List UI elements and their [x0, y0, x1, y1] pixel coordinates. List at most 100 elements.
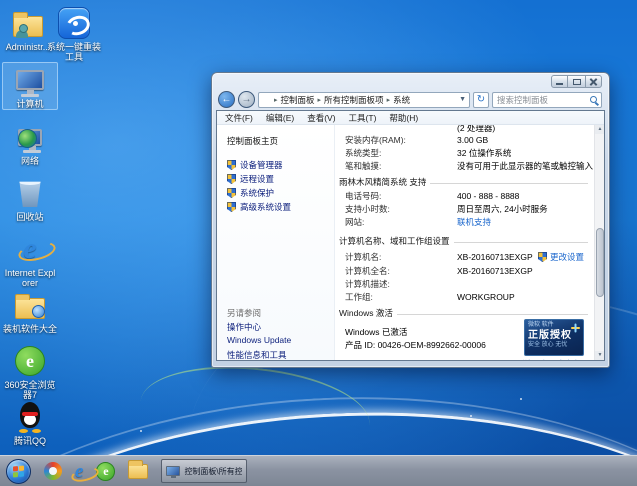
- sidebar-item-device-manager[interactable]: 设备管理器: [227, 159, 283, 171]
- desktop-icon-label: Internet Explorer: [3, 268, 57, 289]
- desktop-icon-label: 装机软件大全: [3, 324, 57, 334]
- desktop-icon-network[interactable]: 网络: [2, 120, 58, 166]
- breadcrumb-arrow-icon: ▸: [318, 96, 322, 104]
- desktop-icon-label: 系统一键重装工具: [47, 42, 101, 63]
- change-settings-link[interactable]: 更改设置: [538, 251, 584, 263]
- computer-name-value: XB-20160713EXGP: [457, 252, 533, 262]
- wallpaper-green-swoosh: [136, 356, 374, 470]
- close-icon: [589, 77, 598, 86]
- scroll-up-icon[interactable]: ▲: [595, 125, 604, 134]
- field-label: 计算机名:: [345, 251, 457, 263]
- desktop-icon-internet-explorer[interactable]: e Internet Explorer: [2, 232, 58, 289]
- menu-edit[interactable]: 编辑(E): [266, 112, 294, 124]
- sidebar-item-advanced-system-settings[interactable]: 高级系统设置: [227, 201, 291, 213]
- field-value: 32 位操作系统: [457, 148, 511, 158]
- field-label: 支持小时数:: [345, 203, 457, 215]
- 360-browser-icon: e: [12, 344, 48, 378]
- back-button[interactable]: ←: [218, 91, 235, 108]
- desktop-icon-label: 360安全浏览器7: [3, 380, 57, 401]
- close-button[interactable]: [585, 75, 602, 88]
- search-icon: [590, 96, 597, 103]
- desktop-icon-label: 回收站: [16, 212, 43, 222]
- genuine-windows-badge[interactable]: 微软 软件 正版授权 安全 放心 无忧: [524, 319, 584, 356]
- uac-shield-icon: [538, 252, 547, 262]
- learn-more-online-link[interactable]: 联机了解更多内容...: [520, 358, 586, 360]
- sidebar-item-system-protection[interactable]: 系统保护: [227, 187, 274, 199]
- field-value: 400 - 888 - 8888: [457, 191, 519, 201]
- scrollbar-thumb[interactable]: [596, 228, 604, 296]
- sidebar-item-remote-settings[interactable]: 远程设置: [227, 173, 274, 185]
- forward-button[interactable]: →: [238, 91, 255, 108]
- see-also-header: 另请参阅: [227, 307, 261, 319]
- desktop-icon-computer[interactable]: 计算机: [2, 62, 58, 110]
- 360-browser-taskbar-icon[interactable]: e: [96, 462, 115, 481]
- breadcrumb-all-items[interactable]: 所有控制面板项: [324, 94, 384, 106]
- scroll-down-icon[interactable]: ▼: [595, 351, 604, 360]
- field-label: 计算机全名:: [345, 265, 457, 277]
- menu-file[interactable]: 文件(F): [225, 112, 253, 124]
- left-task-pane: 控制面板主页 设备管理器 远程设置 系统保护: [217, 125, 335, 360]
- sidebar-item-performance-tools[interactable]: 性能信息和工具: [227, 349, 287, 360]
- section-divider: [397, 314, 588, 315]
- maximize-icon: [573, 79, 581, 85]
- windows-explorer-taskbar-icon[interactable]: [128, 464, 148, 479]
- menu-help[interactable]: 帮助(H): [389, 112, 418, 124]
- sidebar-item-action-center[interactable]: 操作中心: [227, 321, 261, 333]
- system-window: ← → ▸ 控制面板 ▸ 所有控制面板项 ▸ 系统 ▼ ↻ 搜索控制面板 文件(…: [211, 72, 610, 368]
- full-computer-name-value: XB-20160713EXGP: [457, 266, 533, 276]
- sidebar-item-windows-update[interactable]: Windows Update: [227, 335, 291, 345]
- breadcrumb-arrow-icon: ▸: [387, 96, 391, 104]
- forward-arrow-icon: →: [242, 94, 252, 105]
- field-value: 周日至周六, 24小时服务: [457, 204, 548, 214]
- navigation-bar: ← → ▸ 控制面板 ▸ 所有控制面板项 ▸ 系统 ▼ ↻ 搜索控制面板: [212, 89, 609, 110]
- taskbar: e e 控制面板\所有控...: [0, 455, 637, 486]
- menu-tools[interactable]: 工具(T): [349, 112, 377, 124]
- refresh-icon: ↻: [477, 94, 485, 105]
- maximize-button[interactable]: [568, 75, 585, 88]
- internet-explorer-icon: e: [12, 232, 48, 266]
- field-label: 工作组:: [345, 291, 457, 303]
- sidebar-item-control-panel-home[interactable]: 控制面板主页: [227, 135, 278, 147]
- desktop-icon-label: 网络: [21, 156, 39, 166]
- field-value: 没有可用于此显示器的笔或触控输入: [457, 161, 593, 171]
- system-info-panel: (2 处理器) 安装内存(RAM):3.00 GB 系统类型:32 位操作系统 …: [335, 125, 594, 360]
- uac-shield-icon: [227, 160, 236, 170]
- wallpaper-sparkle: [520, 398, 522, 400]
- desktop-icon-system-reinstall-tool[interactable]: 系统一键重装工具: [46, 6, 102, 63]
- computer-name-section-header: 计算机名称、域和工作组设置: [339, 235, 450, 247]
- start-button[interactable]: [6, 459, 31, 484]
- sidebar-item-label: 系统保护: [240, 187, 274, 199]
- sidebar-item-label: 远程设置: [240, 173, 274, 185]
- desktop-icon-recycle-bin[interactable]: 回收站: [2, 176, 58, 222]
- search-box[interactable]: 搜索控制面板: [492, 92, 602, 108]
- content-area: 控制面板主页 设备管理器 远程设置 系统保护: [217, 125, 604, 360]
- desktop-icon-label: 计算机: [16, 99, 43, 109]
- workgroup-value: WORKGROUP: [457, 292, 515, 302]
- sogou-browser-taskbar-icon[interactable]: [44, 462, 62, 480]
- menu-view[interactable]: 查看(V): [307, 112, 335, 124]
- desktop-icon-software-collection[interactable]: 装机软件大全: [2, 288, 58, 334]
- breadcrumb-control-panel[interactable]: 控制面板: [281, 94, 315, 106]
- running-task-label: 控制面板\所有控...: [184, 466, 242, 477]
- online-support-link[interactable]: 联机支持: [457, 217, 491, 227]
- sidebar-item-label: 设备管理器: [240, 159, 283, 171]
- address-bar[interactable]: ▸ 控制面板 ▸ 所有控制面板项 ▸ 系统 ▼: [258, 92, 470, 108]
- window-titlebar[interactable]: [212, 73, 609, 89]
- processor-clipped-text: (2 处理器): [457, 125, 495, 133]
- field-label: 计算机描述:: [345, 278, 457, 290]
- field-label: 电话号码:: [345, 190, 457, 202]
- menu-bar: 文件(F) 编辑(E) 查看(V) 工具(T) 帮助(H): [217, 111, 604, 125]
- desktop-icon-tencent-qq[interactable]: 腾讯QQ: [2, 400, 58, 446]
- breadcrumb-system[interactable]: 系统: [393, 94, 410, 106]
- vertical-scrollbar[interactable]: ▲ ▼: [594, 125, 604, 360]
- desktop-icon-360-browser[interactable]: e 360安全浏览器7: [2, 344, 58, 401]
- uac-shield-icon: [227, 202, 236, 212]
- uac-shield-icon: [227, 188, 236, 198]
- address-dropdown-icon[interactable]: ▼: [459, 96, 466, 103]
- windows-activation-section-header: Windows 激活: [339, 307, 393, 319]
- refresh-button[interactable]: ↻: [473, 92, 489, 108]
- minimize-button[interactable]: [551, 75, 568, 88]
- internet-explorer-taskbar-icon[interactable]: e: [75, 462, 83, 481]
- running-task-button[interactable]: 控制面板\所有控...: [161, 459, 247, 483]
- breadcrumb-arrow-icon: ▸: [274, 96, 278, 104]
